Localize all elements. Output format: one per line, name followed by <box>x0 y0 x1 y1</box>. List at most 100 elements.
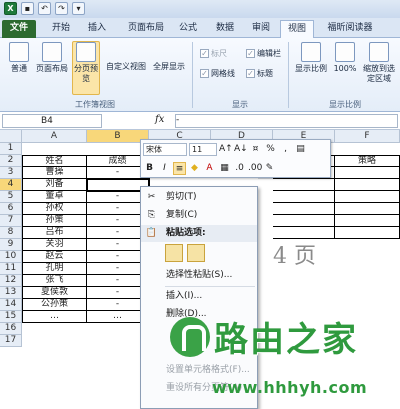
cell[interactable] <box>273 179 335 191</box>
row-header[interactable]: 14 <box>0 299 22 311</box>
menu-item-insert[interactable]: 插入(I)... <box>141 288 257 305</box>
name-cell[interactable]: 夏侯敦 <box>22 287 87 299</box>
redo-button[interactable]: ↷ <box>55 2 68 15</box>
formula-input[interactable]: - <box>175 114 398 128</box>
headings-checkbox[interactable]: ✓ 标题 <box>246 68 273 79</box>
cell[interactable] <box>335 167 400 179</box>
name-cell[interactable]: 曹操 <box>22 167 87 179</box>
row-header[interactable]: 4 <box>0 179 22 191</box>
name-cell[interactable]: 孔明 <box>22 263 87 275</box>
row-header[interactable]: 13 <box>0 287 22 299</box>
font-size-select[interactable]: 11 <box>189 142 217 156</box>
paste-values-icon[interactable] <box>187 244 205 262</box>
name-cell[interactable]: 刘备 <box>22 179 87 191</box>
tab-file[interactable]: 文件 <box>2 20 36 38</box>
italic-button[interactable]: I <box>158 162 171 175</box>
row-header[interactable]: 1 <box>0 143 22 155</box>
tab-page-layout[interactable]: 页面布局 <box>120 20 172 38</box>
comma-button[interactable]: , <box>279 143 292 156</box>
currency-format-icon[interactable]: ¤ <box>249 143 262 156</box>
row-header[interactable]: 7 <box>0 215 22 227</box>
clipboard-icon: 📋 <box>145 228 158 238</box>
name-cell[interactable]: 孙策 <box>22 215 87 227</box>
shrink-font-button[interactable]: A↓ <box>234 143 248 156</box>
row-header[interactable]: 15 <box>0 311 22 323</box>
column-header-a[interactable]: A <box>22 130 87 143</box>
borders-icon[interactable]: ▦ <box>218 162 231 175</box>
normal-view-button[interactable]: 普通 <box>4 42 34 94</box>
center-align-button[interactable]: ≡ <box>173 161 186 175</box>
save-icon[interactable]: ▪ <box>21 2 34 15</box>
formula-bar-checkbox[interactable]: ✓ 编辑栏 <box>246 48 281 59</box>
increase-decimal-icon[interactable]: .00 <box>248 162 262 175</box>
header-cell-strategy[interactable]: 策略 <box>335 155 400 167</box>
select-all-corner[interactable] <box>0 130 22 143</box>
gridlines-checkbox[interactable]: ✓ 网格线 <box>200 68 235 79</box>
fill-color-icon[interactable]: ◆ <box>188 162 201 175</box>
row-header[interactable]: 8 <box>0 227 22 239</box>
decrease-decimal-icon[interactable]: .0 <box>233 162 246 175</box>
name-box[interactable]: B4 <box>2 114 102 128</box>
cell[interactable] <box>273 215 335 227</box>
clear-format-icon[interactable]: ✎ <box>263 162 276 175</box>
name-cell[interactable]: 赵云 <box>22 251 87 263</box>
font-name-select[interactable]: 宋体 <box>143 142 187 156</box>
menu-item-copy[interactable]: ⎘ 复制(C) <box>141 207 257 224</box>
zoom-100-button[interactable]: 100% <box>332 42 358 94</box>
tab-home[interactable]: 开始 <box>44 20 78 38</box>
tab-review[interactable]: 审阅 <box>246 20 276 38</box>
grow-font-button[interactable]: A↑ <box>219 143 233 156</box>
row-header[interactable]: 3 <box>0 167 22 179</box>
undo-button[interactable]: ↶ <box>38 2 51 15</box>
tab-foxit-reader[interactable]: 福昕阅读器 <box>320 20 380 38</box>
tab-formulas[interactable]: 公式 <box>173 20 203 38</box>
tab-data[interactable]: 数据 <box>210 20 240 38</box>
cell[interactable] <box>335 203 400 215</box>
excel-logo-icon[interactable]: X <box>4 2 17 15</box>
cell[interactable] <box>273 203 335 215</box>
cell[interactable] <box>335 227 400 239</box>
font-color-icon[interactable]: A <box>203 162 216 175</box>
custom-views-button[interactable]: 自定义视图 <box>106 62 154 76</box>
zoom-to-selection-button[interactable]: 缩放到选定区域 <box>360 42 398 98</box>
row-header[interactable]: 12 <box>0 275 22 287</box>
insert-function-icon[interactable]: fx <box>155 114 164 125</box>
format-painter-icon[interactable]: ▤ <box>294 143 307 156</box>
name-cell[interactable]: 吕布 <box>22 227 87 239</box>
page-break-preview-button[interactable]: 分页预览 <box>72 41 100 95</box>
cell[interactable] <box>335 215 400 227</box>
cell[interactable] <box>335 191 400 203</box>
name-cell[interactable]: 关羽 <box>22 239 87 251</box>
cell[interactable] <box>335 179 400 191</box>
customize-qa-button[interactable]: ▾ <box>72 2 85 15</box>
name-cell[interactable]: … <box>22 311 87 323</box>
row-header[interactable]: 10 <box>0 251 22 263</box>
ruler-checkbox[interactable]: ✓ 标尺 <box>200 48 227 59</box>
cell[interactable] <box>273 191 335 203</box>
name-cell[interactable]: 张飞 <box>22 275 87 287</box>
name-cell[interactable]: 董卓 <box>22 191 87 203</box>
zoom-button[interactable]: 显示比例 <box>292 42 330 94</box>
row-header[interactable]: 5 <box>0 191 22 203</box>
row-header[interactable]: 6 <box>0 203 22 215</box>
menu-item-paste-special[interactable]: 选择性粘贴(S)... <box>141 267 257 284</box>
row-header[interactable]: 9 <box>0 239 22 251</box>
menu-item-cut[interactable]: ✂ 剪切(T) <box>141 189 257 206</box>
paste-icon[interactable] <box>165 244 183 262</box>
row-header[interactable]: 17 <box>0 335 22 347</box>
column-header-f[interactable]: F <box>335 130 400 143</box>
tab-insert[interactable]: 插入 <box>80 20 114 38</box>
row-header[interactable]: 2 <box>0 155 22 167</box>
row-header[interactable]: 16 <box>0 323 22 335</box>
name-cell[interactable]: 公孙策 <box>22 299 87 311</box>
row-header[interactable]: 11 <box>0 263 22 275</box>
name-cell[interactable]: 孙权 <box>22 203 87 215</box>
page-layout-view-button[interactable]: 页面布局 <box>34 42 70 94</box>
tab-view[interactable]: 视图 <box>280 20 314 38</box>
quick-access-toolbar: X ▪ ↶ ↷ ▾ <box>4 2 85 15</box>
menu-item-format-cells[interactable]: 设置单元格格式(F)... <box>141 362 257 379</box>
bold-button[interactable]: B <box>143 162 156 175</box>
header-cell-name[interactable]: 姓名 <box>22 155 87 167</box>
full-screen-button[interactable]: 全屏显示 <box>153 62 189 76</box>
percent-button[interactable]: % <box>264 143 277 156</box>
